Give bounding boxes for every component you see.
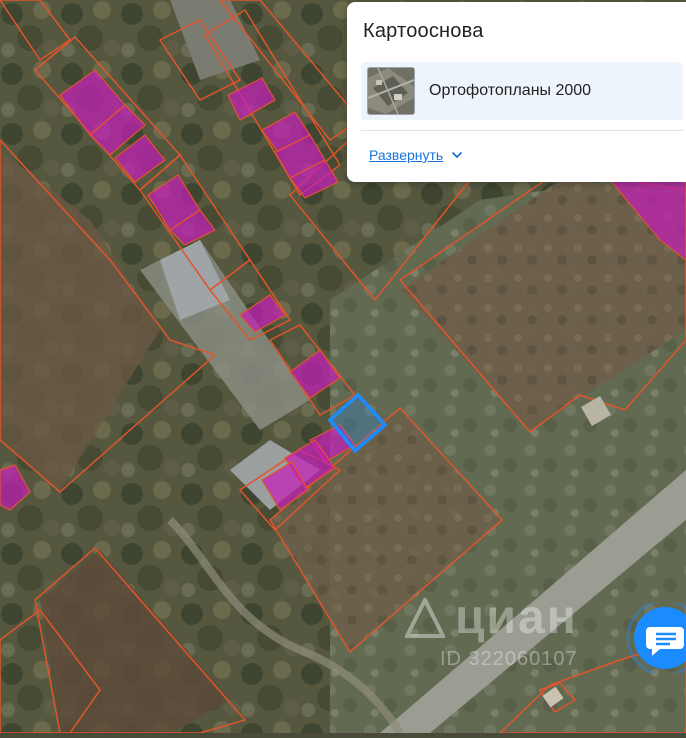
chat-button[interactable]: [624, 599, 686, 677]
chat-icon: [626, 599, 686, 677]
watermark-logo: циан: [405, 590, 578, 645]
panel-title: Картооснова: [363, 20, 484, 42]
layer-item-orthophoto[interactable]: Ортофотопланы 2000: [361, 62, 683, 120]
orthophoto-thumbnail: [367, 67, 415, 115]
watermark-id: ID 322060107: [440, 648, 578, 670]
basemap-panel: Картооснова Ортофотопланы 2000 Развернут…: [347, 2, 686, 182]
cian-logo-icon: [405, 597, 445, 638]
expand-label: Развернуть: [369, 147, 444, 163]
watermark-logo-text: циан: [455, 591, 578, 644]
chevron-down-icon: [452, 151, 463, 159]
layer-label: Ортофотопланы 2000: [429, 82, 592, 99]
divider: [361, 130, 683, 131]
expand-link[interactable]: Развернуть: [369, 147, 463, 163]
